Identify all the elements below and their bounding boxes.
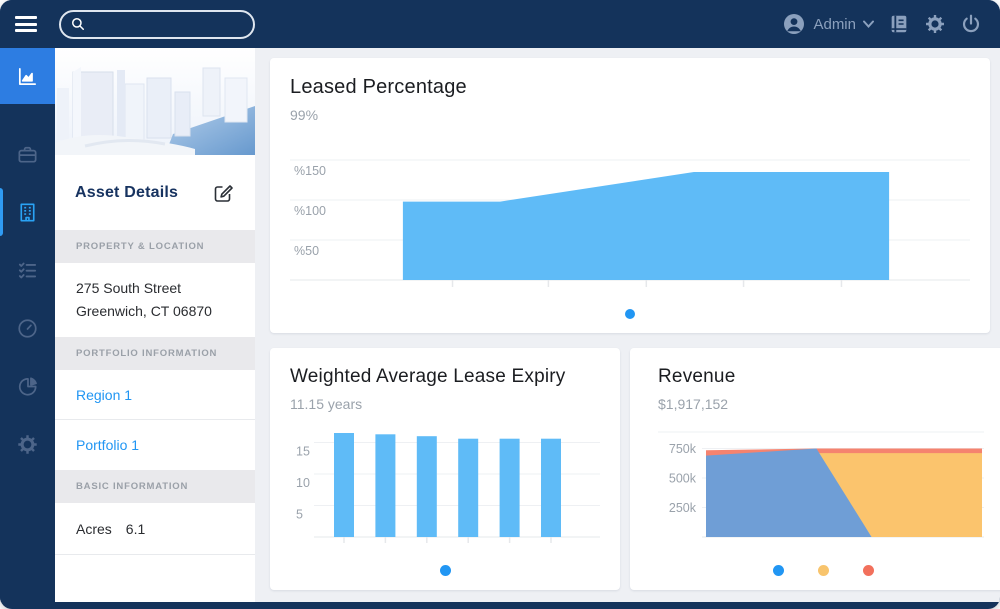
svg-text:%100: %100	[294, 204, 326, 218]
section-header-basic: BASIC INFORMATION	[55, 470, 255, 503]
sidebar-item-settings[interactable]	[0, 416, 55, 472]
area-chart-icon	[16, 65, 39, 88]
sidebar-item-tasks[interactable]	[0, 242, 55, 298]
chevron-down-icon	[863, 20, 874, 28]
user-menu[interactable]: Admin	[782, 12, 874, 36]
user-label: Admin	[813, 16, 856, 33]
gear-icon[interactable]	[924, 13, 946, 35]
edit-icon[interactable]	[211, 181, 235, 205]
sidebar-item-portfolio[interactable]	[0, 126, 55, 182]
leased-legend	[290, 303, 970, 323]
card-subtitle: 99%	[290, 107, 970, 123]
building-icon	[16, 201, 39, 224]
asset-title: Asset Details	[75, 184, 178, 202]
card-subtitle: $1,917,152	[658, 396, 988, 412]
briefcase-icon	[16, 143, 39, 166]
svg-text:250k: 250k	[669, 501, 697, 515]
power-icon[interactable]	[960, 13, 982, 35]
svg-text:%150: %150	[294, 164, 326, 178]
legend-dot-series-orange[interactable]	[818, 565, 829, 576]
main-content: Leased Percentage 99% %150 %100 %50 Weight…	[255, 48, 1000, 602]
legend-dot-series-red[interactable]	[863, 565, 874, 576]
wale-card: Weighted Average Lease Expiry 11.15 year…	[270, 348, 620, 590]
wale-chart: 15 10 5	[290, 424, 600, 554]
sidebar-item-reports[interactable]	[0, 358, 55, 414]
gauge-icon	[16, 317, 39, 340]
address-row: 275 South Street Greenwich, CT 06870	[55, 263, 255, 337]
checklist-icon	[16, 259, 39, 282]
portfolio-link[interactable]: Portfolio 1	[55, 420, 255, 470]
sidebar-item-dashboard[interactable]	[0, 48, 55, 104]
region-link[interactable]: Region 1	[55, 370, 255, 420]
leased-percentage-card: Leased Percentage 99% %150 %100 %50	[270, 58, 990, 333]
pie-chart-icon	[16, 375, 39, 398]
svg-text:5: 5	[296, 508, 303, 522]
card-title: Revenue	[658, 366, 988, 388]
acres-value: 6.1	[126, 521, 145, 537]
svg-text:15: 15	[296, 445, 310, 459]
section-header-portfolio: PORTFOLIO INFORMATION	[55, 337, 255, 370]
sidebar-item-performance[interactable]	[0, 300, 55, 356]
acres-row: Acres 6.1	[55, 503, 255, 555]
app-window: Admin	[0, 0, 1000, 609]
address-line-2: Greenwich, CT 06870	[76, 300, 234, 323]
avatar-icon	[782, 12, 806, 36]
legend-dot-leased-series[interactable]	[625, 309, 635, 319]
card-title: Weighted Average Lease Expiry	[290, 366, 600, 388]
legend-dot-series-blue[interactable]	[773, 565, 784, 576]
sidebar-nav	[0, 48, 55, 602]
revenue-card: Revenue $1,917,152 750k 500k 250k	[630, 348, 1000, 590]
svg-text:%50: %50	[294, 244, 319, 258]
asset-photo	[55, 48, 255, 155]
sidebar-item-assets[interactable]	[0, 184, 55, 240]
gear-icon	[16, 433, 39, 456]
top-bar: Admin	[0, 0, 1000, 48]
asset-details-panel: Asset Details PROPERTY & LOCATION 275 So…	[55, 48, 255, 602]
card-subtitle: 11.15 years	[290, 396, 600, 412]
search-box[interactable]	[59, 10, 255, 39]
hamburger-menu-icon[interactable]	[15, 13, 37, 36]
svg-text:10: 10	[296, 476, 310, 490]
leased-chart: %150 %100 %50	[290, 148, 970, 298]
asset-header: Asset Details	[55, 155, 255, 230]
svg-text:750k: 750k	[669, 442, 697, 456]
search-icon	[69, 15, 87, 33]
card-title: Leased Percentage	[290, 76, 970, 99]
topbar-actions: Admin	[782, 12, 982, 36]
revenue-legend	[658, 559, 988, 580]
svg-text:500k: 500k	[669, 472, 697, 486]
revenue-chart: 750k 500k 250k	[658, 424, 988, 554]
section-header-property: PROPERTY & LOCATION	[55, 230, 255, 263]
acres-label: Acres	[76, 521, 112, 537]
active-edge-indicator	[0, 188, 3, 236]
address-line-1: 275 South Street	[76, 277, 234, 300]
wale-legend	[290, 559, 600, 580]
search-input[interactable]	[87, 17, 245, 32]
notes-icon[interactable]	[888, 13, 910, 35]
legend-dot-wale-series[interactable]	[440, 565, 451, 576]
